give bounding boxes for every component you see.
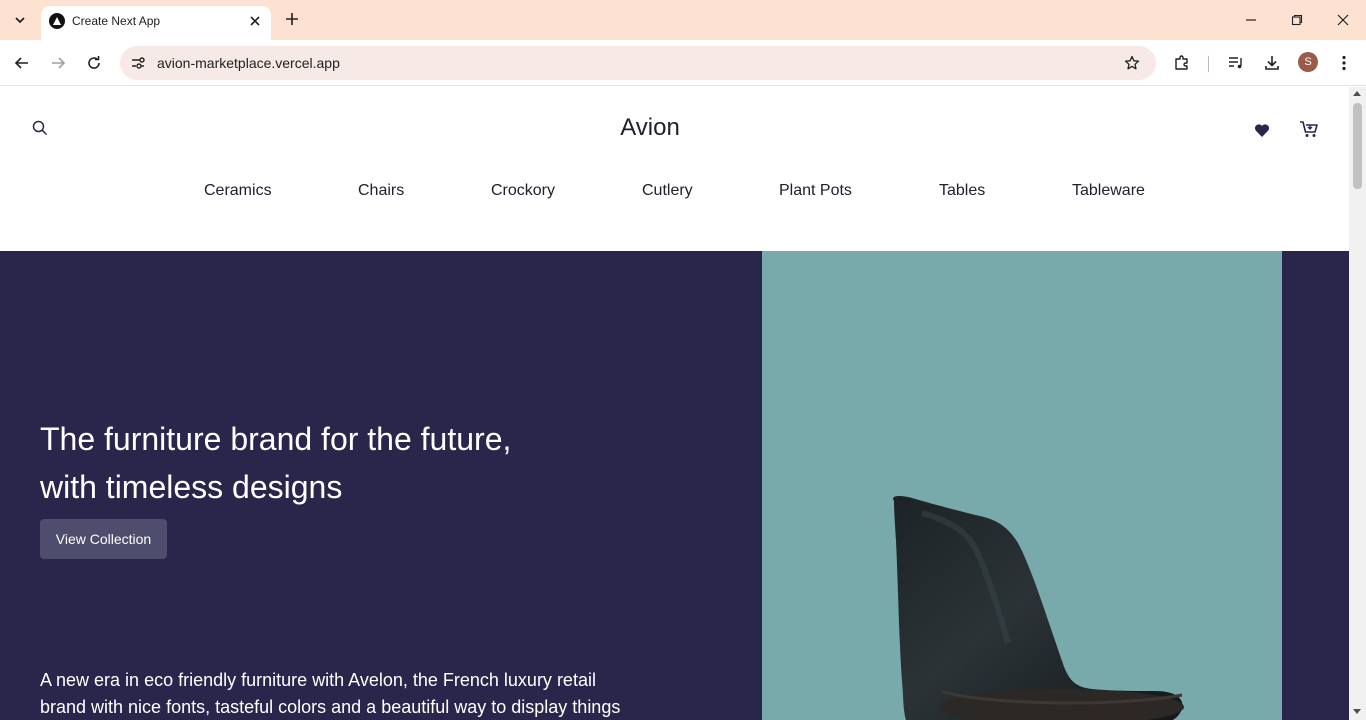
tab-close-button[interactable]	[246, 12, 264, 30]
url-text: avion-marketplace.vercel.app	[157, 55, 340, 71]
tab-strip: Create Next App	[0, 0, 1366, 40]
minimize-button[interactable]	[1239, 8, 1263, 32]
toolbar-separator	[1208, 56, 1209, 72]
cart-icon	[1300, 121, 1318, 137]
star-icon	[1124, 55, 1140, 70]
forward-button[interactable]	[46, 51, 70, 75]
media-control-button[interactable]	[1224, 51, 1248, 75]
scroll-down-arrow-icon[interactable]	[1353, 709, 1361, 714]
profile-avatar[interactable]: S	[1298, 52, 1318, 72]
cart-button[interactable]	[1298, 118, 1320, 140]
reload-icon	[88, 56, 100, 69]
view-collection-button[interactable]: View Collection	[40, 519, 167, 559]
media-control-icon	[1229, 57, 1242, 69]
browser-window: Create Next App avion-marketplace.vercel…	[0, 0, 1366, 720]
browser-toolbar: avion-marketplace.vercel.app S	[0, 40, 1366, 86]
triangle-logo-icon	[49, 13, 65, 29]
close-icon	[1337, 14, 1349, 26]
nav-item-tableware[interactable]: Tableware	[1072, 182, 1145, 200]
puzzle-icon	[1175, 55, 1188, 70]
reload-button[interactable]	[82, 51, 106, 75]
chair-photo	[893, 496, 1184, 720]
tab-search-button[interactable]	[6, 6, 34, 34]
hero-description: A new era in eco friendly furniture with…	[40, 670, 621, 717]
tune-icon	[132, 57, 145, 69]
site-info-button[interactable]	[126, 51, 150, 75]
browser-tab[interactable]: Create Next App	[41, 6, 271, 40]
back-button[interactable]	[10, 51, 34, 75]
nav-item-cutlery[interactable]: Cutlery	[642, 182, 693, 200]
nav-item-ceramics[interactable]: Ceramics	[204, 182, 272, 200]
address-bar[interactable]: avion-marketplace.vercel.app	[120, 46, 1156, 80]
site-logo[interactable]: Avion	[0, 114, 1300, 142]
arrow-left-icon	[14, 57, 28, 69]
new-tab-button[interactable]	[281, 8, 303, 30]
heart-icon	[1255, 123, 1269, 137]
scrollbar-thumb[interactable]	[1353, 103, 1362, 189]
download-icon	[1265, 56, 1279, 70]
scroll-up-arrow-icon[interactable]	[1353, 91, 1361, 96]
bookmark-button[interactable]	[1120, 51, 1144, 75]
nav-item-plant-pots[interactable]: Plant Pots	[779, 182, 852, 200]
nav-item-tables[interactable]: Tables	[939, 182, 985, 200]
restore-icon	[1291, 14, 1303, 26]
minimize-icon	[1246, 19, 1256, 21]
nav-item-crockory[interactable]: Crockory	[491, 182, 555, 200]
restore-button[interactable]	[1285, 8, 1309, 32]
nav-item-chairs[interactable]: Chairs	[358, 182, 404, 200]
web-page: Avion Ceramics Chairs Crockory Cutlery P…	[0, 87, 1349, 720]
hero-title: The furniture brand for the future, with…	[40, 421, 512, 505]
downloads-button[interactable]	[1260, 51, 1284, 75]
kebab-menu-icon	[1342, 55, 1346, 71]
wishlist-button[interactable]	[1252, 120, 1272, 140]
hero-chair-image	[762, 251, 1282, 720]
chevron-down-icon	[15, 17, 25, 24]
close-window-button[interactable]	[1331, 8, 1355, 32]
browser-menu-button[interactable]	[1332, 51, 1356, 75]
arrow-right-icon	[52, 57, 66, 69]
hero-section: The furniture brand for the future, with…	[0, 251, 1349, 720]
tab-title: Create Next App	[72, 14, 161, 28]
extensions-button[interactable]	[1170, 51, 1194, 75]
close-icon	[250, 16, 260, 26]
plus-icon	[286, 13, 298, 25]
page-scrollbar[interactable]	[1349, 87, 1366, 720]
